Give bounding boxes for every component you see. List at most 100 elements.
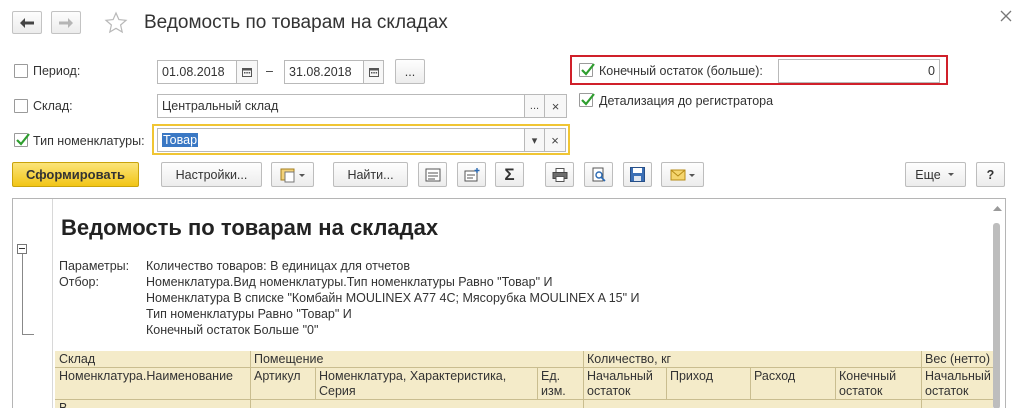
header-unit-2: изм. — [541, 384, 566, 398]
column-divider — [750, 367, 751, 399]
calendar-icon — [242, 68, 252, 77]
sort-abc-plus-icon — [464, 167, 479, 181]
warehouse-select-button[interactable]: ... — [524, 94, 545, 118]
period-checkbox[interactable] — [14, 64, 28, 78]
header-income: Приход — [670, 369, 713, 383]
header-characteristic: Номенклатура, Характеристика, — [319, 369, 507, 383]
period-label: Период: — [33, 64, 81, 78]
filter-line: Тип номенклатуры Равно "Товар" И — [146, 307, 352, 321]
date-from-field[interactable]: 01.08.2018 — [157, 60, 237, 84]
column-divider — [666, 367, 667, 399]
arrow-left-icon — [20, 17, 34, 28]
checkmark-icon — [581, 93, 595, 106]
header-opening-balance: Начальный — [587, 369, 653, 383]
chevron-down-icon — [947, 172, 954, 176]
date-to-field[interactable]: 31.08.2018 — [284, 60, 364, 84]
header-expense: Расход — [754, 369, 796, 383]
nomenclature-type-dropdown-button[interactable]: ▾ — [524, 128, 545, 152]
params-value: Количество товаров: В единицах для отчет… — [146, 259, 411, 273]
checkmark-icon — [581, 63, 595, 76]
column-divider — [250, 351, 251, 408]
nomenclature-type-checkbox[interactable] — [14, 133, 30, 147]
favorite-star-icon[interactable] — [104, 11, 128, 35]
generate-button[interactable]: Сформировать — [12, 162, 139, 187]
warehouse-checkbox[interactable] — [14, 99, 28, 113]
sum-button[interactable]: Σ — [495, 162, 524, 187]
filter-label: Отбор: — [59, 275, 99, 289]
more-label: Еще — [915, 167, 941, 182]
warehouse-clear-button[interactable]: × — [544, 94, 567, 118]
back-button[interactable] — [12, 11, 42, 34]
header-room: Помещение — [254, 352, 324, 366]
filter-line: Конечный остаток Больше "0" — [146, 323, 319, 337]
nomenclature-type-label: Тип номенклатуры: — [33, 134, 145, 148]
header-series: Серия — [319, 384, 356, 398]
print-preview-icon — [592, 167, 606, 182]
date-to-calendar-button[interactable] — [363, 60, 384, 84]
report-table-header: Склад Помещение Количество, кг Вес (нетт… — [55, 351, 993, 408]
warehouse-field[interactable]: Центральный склад — [157, 94, 525, 118]
group-bracket-line — [22, 254, 23, 334]
header-row-divider — [55, 367, 993, 368]
period-select-button[interactable]: ... — [395, 59, 425, 84]
report-area[interactable]: Ведомость по товарам на складах Параметр… — [12, 198, 1006, 408]
save-disk-icon — [630, 167, 645, 182]
group-bracket-end — [22, 334, 34, 335]
register-detail-checkbox[interactable] — [579, 93, 595, 107]
abc-button-1[interactable] — [418, 162, 447, 187]
column-divider — [583, 351, 584, 408]
header-quantity: Количество, кг — [587, 352, 672, 366]
header-weight: Вес (нетто) — [925, 352, 991, 366]
filter-line: Номенклатура.Вид номенклатуры.Тип номенк… — [146, 275, 553, 289]
more-button[interactable]: Еще — [905, 162, 966, 187]
final-balance-field[interactable]: 0 — [778, 59, 940, 83]
table-row-partial: В — [59, 401, 68, 408]
calendar-icon — [368, 68, 379, 77]
params-label: Параметры: — [59, 259, 130, 273]
header-opening-balance-2: остаток — [587, 384, 631, 398]
final-balance-checkbox[interactable] — [579, 63, 595, 77]
report-title: Ведомость по товарам на складах — [61, 215, 439, 240]
nomenclature-type-field[interactable]: Товар — [157, 128, 525, 152]
warehouse-label: Склад: — [33, 99, 73, 113]
window-title: Ведомость по товарам на складах — [144, 12, 448, 33]
print-button[interactable] — [545, 162, 574, 187]
column-divider — [537, 367, 538, 399]
envelope-icon — [670, 169, 695, 180]
checkmark-icon — [16, 133, 30, 146]
save-button[interactable] — [623, 162, 652, 187]
header-article: Артикул — [254, 369, 301, 383]
header-closing-balance: Конечный — [839, 369, 897, 383]
print-icon — [552, 167, 567, 182]
filter-line: Номенклатура В списке "Комбайн MOULINEX … — [146, 291, 640, 305]
nomenclature-type-value: Товар — [162, 133, 199, 147]
report-gutter — [13, 199, 53, 408]
final-balance-label: Конечный остаток (больше): — [599, 64, 763, 78]
column-divider — [921, 351, 922, 408]
preview-button[interactable] — [584, 162, 613, 187]
register-detail-label: Детализация до регистратора — [599, 94, 774, 108]
abc-button-2[interactable] — [457, 162, 486, 187]
settings-button[interactable]: Настройки... — [161, 162, 262, 187]
nomenclature-type-clear-button[interactable]: × — [544, 128, 566, 152]
send-email-button[interactable] — [661, 162, 704, 187]
header-unit: Ед. — [541, 369, 561, 383]
close-icon[interactable] — [1000, 10, 1012, 22]
variants-dropdown-button[interactable] — [271, 162, 314, 187]
sort-abc-icon — [425, 168, 440, 181]
help-button[interactable]: ? — [976, 162, 1005, 187]
header-weight-opening: Начальный — [925, 369, 991, 383]
column-divider — [315, 367, 316, 399]
vertical-scrollbar-thumb[interactable] — [993, 223, 1000, 408]
arrow-right-icon — [59, 17, 73, 28]
find-button[interactable]: Найти... — [333, 162, 408, 187]
header-row-divider — [55, 399, 993, 400]
header-warehouse: Склад — [59, 352, 96, 366]
report-variants-icon — [280, 168, 305, 182]
header-closing-balance-2: остаток — [839, 384, 883, 398]
scroll-up-icon[interactable] — [993, 205, 1002, 211]
group-collapse-icon[interactable] — [17, 244, 27, 254]
forward-button[interactable] — [51, 11, 81, 34]
date-from-calendar-button[interactable] — [236, 60, 258, 84]
header-weight-opening-2: остаток — [925, 384, 969, 398]
